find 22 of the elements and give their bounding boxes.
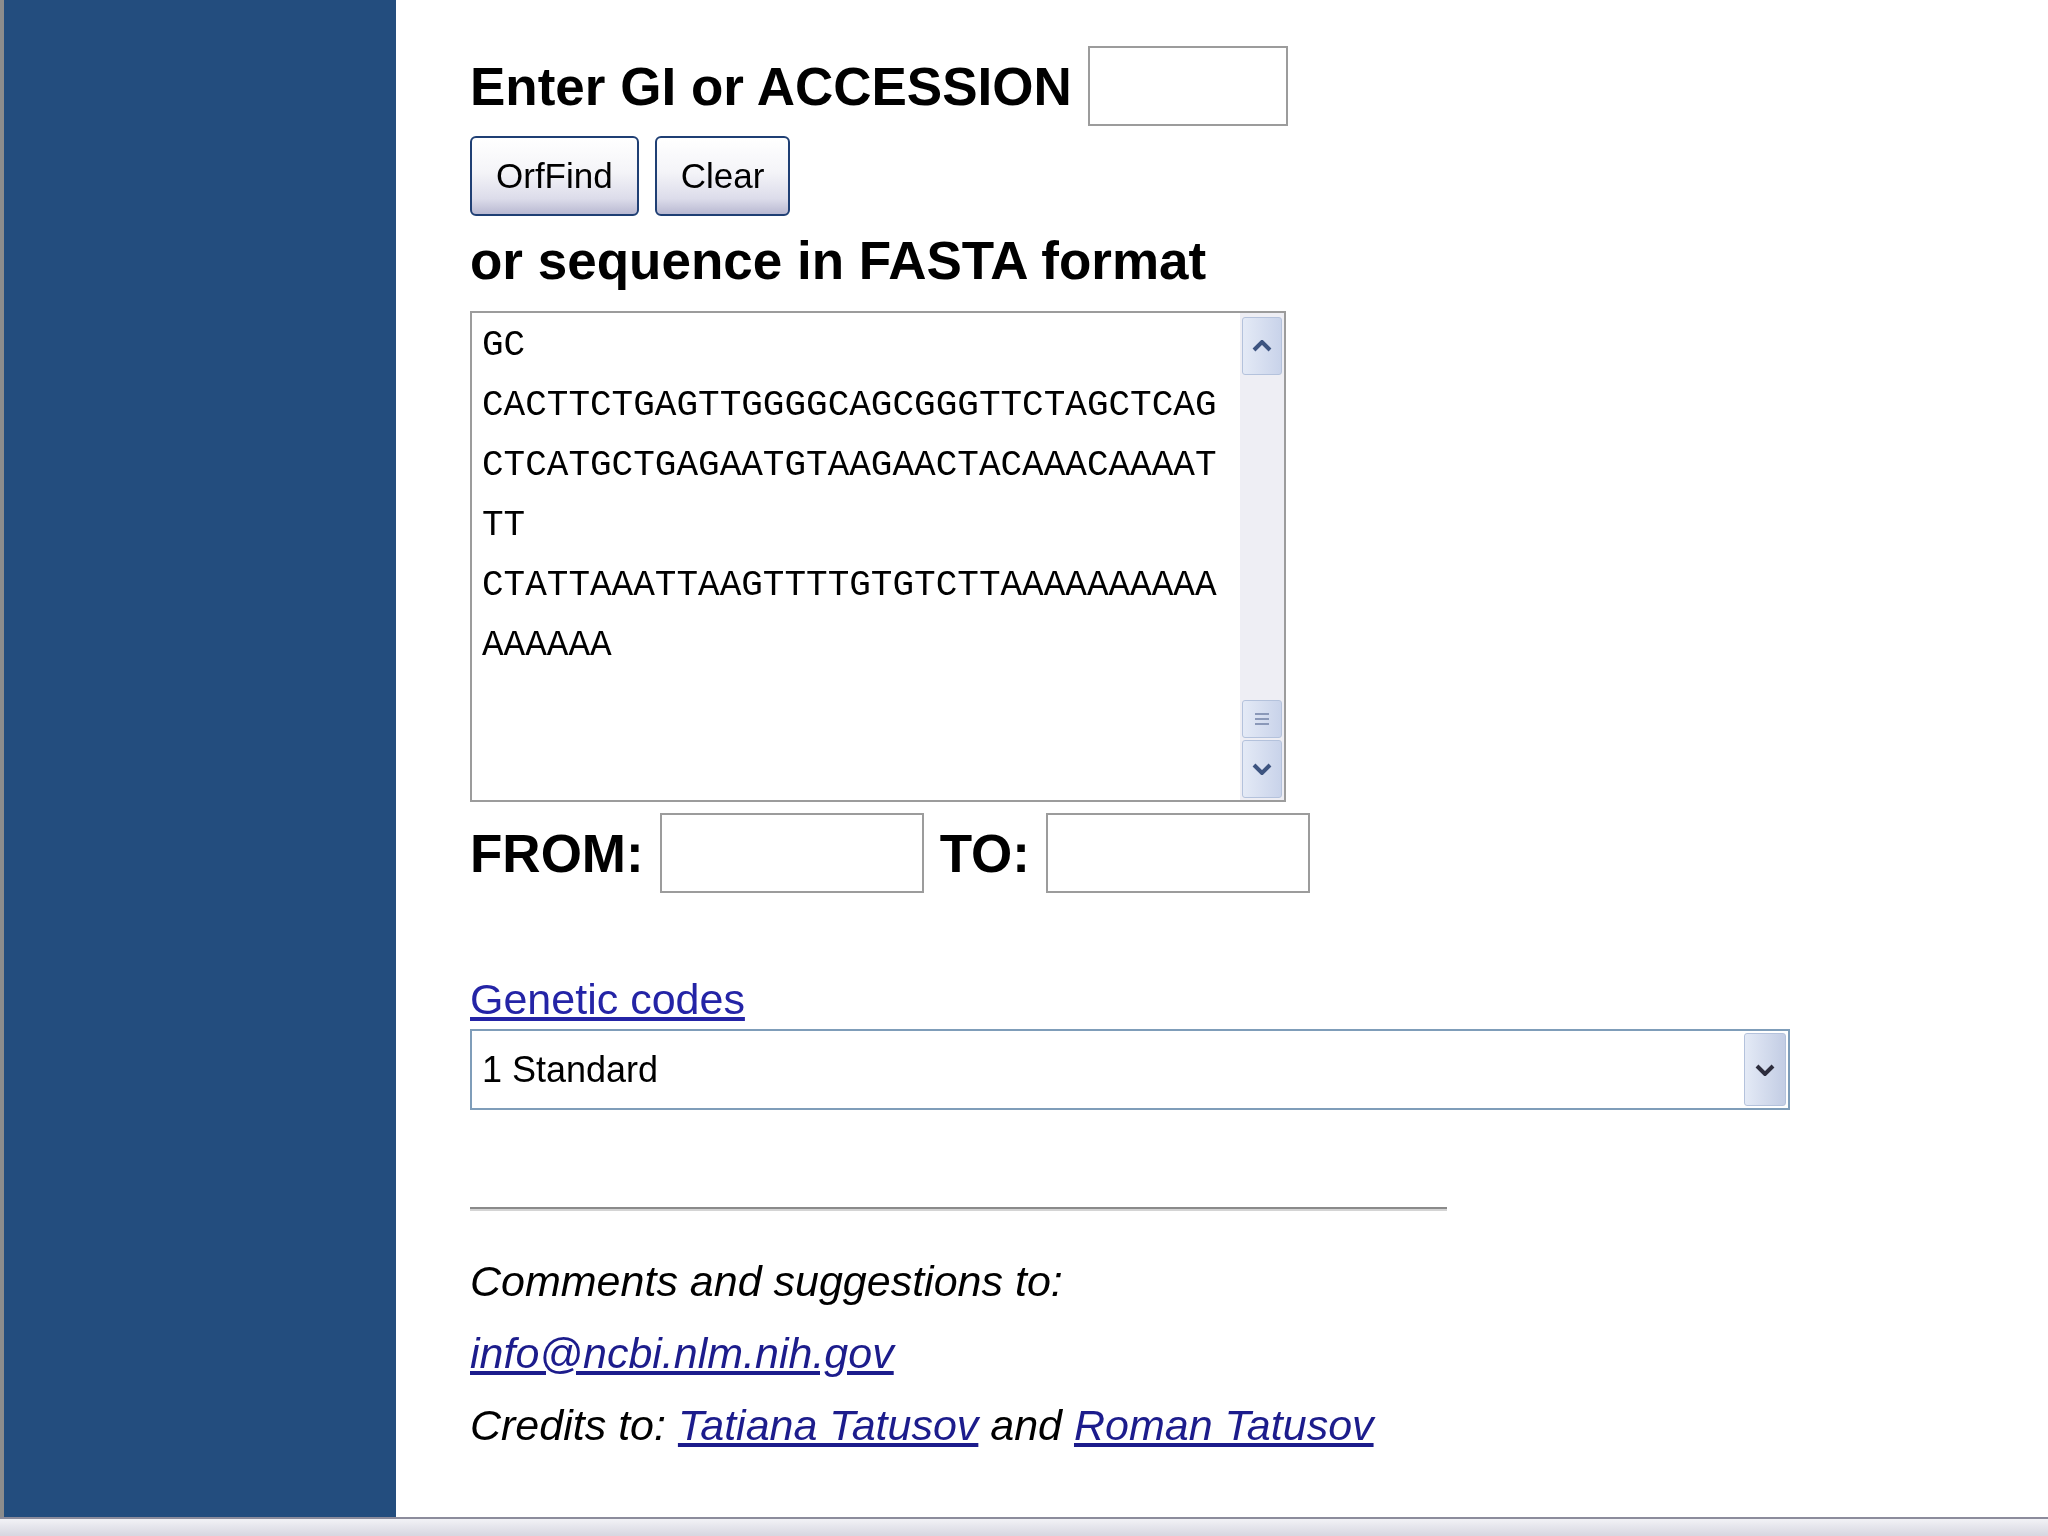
- form-button[interactable]: OrfFind: [470, 136, 639, 216]
- credits-text: Credits to: Tatiana Tatusov and Roman Tatusov: [470, 1400, 1374, 1451]
- genetic-code-dropdown[interactable]: 1 Standard: [470, 1029, 1790, 1110]
- chevron-down-icon: [1252, 763, 1272, 775]
- chevron-up-icon: [1252, 340, 1272, 352]
- author-link[interactable]: Tatiana Tatusov: [677, 1401, 979, 1449]
- range-label: FROM:: [470, 826, 644, 880]
- scroll-up-button[interactable]: [1242, 317, 1282, 375]
- grip-icon: [1254, 712, 1270, 726]
- accession-label: Enter GI or ACCESSION: [470, 59, 1072, 113]
- genetic-codes-link[interactable]: Genetic codes: [470, 973, 745, 1025]
- scroll-down-button[interactable]: [1242, 740, 1282, 798]
- range-input[interactable]: [1046, 813, 1310, 893]
- range-input[interactable]: [659, 813, 924, 893]
- accession-input[interactable]: [1087, 46, 1288, 126]
- scroll-thumb[interactable]: [1242, 700, 1282, 738]
- author-link[interactable]: Roman Tatusov: [1074, 1401, 1374, 1449]
- form-button[interactable]: Clear: [654, 136, 791, 216]
- email-link[interactable]: info@ncbi.nlm.nih.gov: [470, 1317, 894, 1389]
- range-label: TO:: [939, 826, 1030, 880]
- comments-text: Comments and suggestions to:: [470, 1256, 1063, 1307]
- sequence-textarea[interactable]: GC CACTTCTGAGTTGGGGCAGCGGGTTCTAGCTCAG CTCATGCTGAGAATGTAAGAACTACAAACAAAAT TT CTATTAAATTAAGTTTTGTGTCTTAAAAAAAAAA AAAAAA: [470, 311, 1286, 802]
